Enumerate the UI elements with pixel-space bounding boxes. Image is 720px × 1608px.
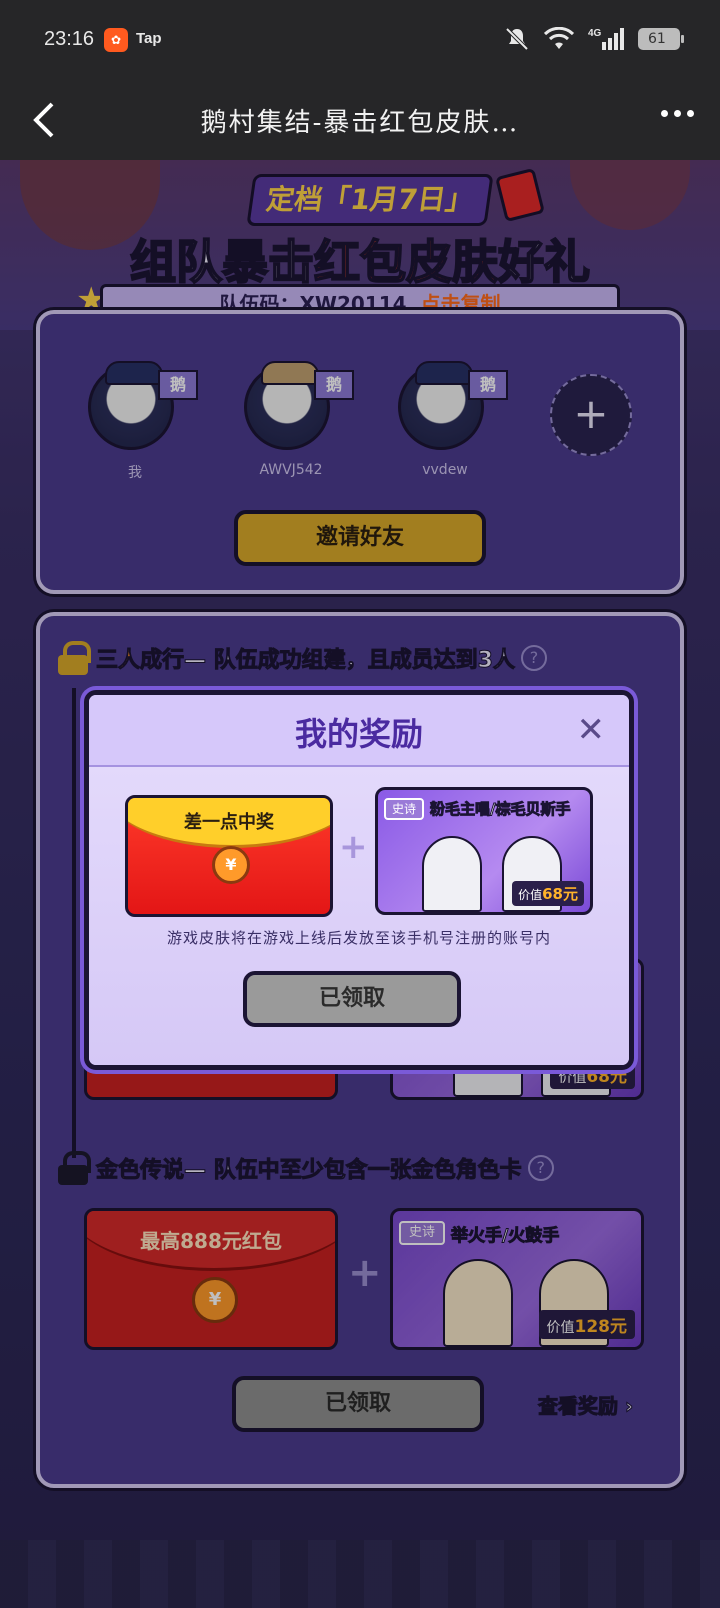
yuan-coin-icon: ¥ [212, 846, 250, 884]
signal-4g-icon: 4G [588, 28, 624, 50]
epic-tag: 史诗 [384, 798, 424, 820]
red-packet-label: 差一点中奖 [184, 812, 274, 833]
delivery-note: 游戏皮肤将在游戏上线后发放至该手机号注册的账号内 [166, 929, 551, 947]
skin-name: 粉毛主唱/棕毛贝斯手 [429, 800, 571, 819]
price-value: 68元 [542, 885, 578, 903]
svg-text:4G: 4G [588, 28, 602, 39]
skin-reward-card: 史诗 粉毛主唱/棕毛贝斯手 价值68元 [375, 787, 593, 915]
dot-icon [661, 110, 668, 117]
chevron-left-icon [33, 102, 54, 138]
wifi-icon [544, 27, 574, 49]
title-bar: 鹅村集结-暴击红包皮肤… [0, 80, 720, 160]
red-packet-card: 差一点中奖 ¥ [125, 795, 333, 917]
dot-icon [674, 110, 681, 117]
back-button[interactable] [22, 96, 70, 144]
close-icon[interactable]: ✕ [577, 713, 606, 747]
status-app-name: Tap [136, 30, 162, 47]
mute-icon [505, 27, 529, 51]
price-prefix: 价值 [518, 888, 543, 902]
price-tag: 价值68元 [512, 881, 584, 906]
more-options-button[interactable] [661, 110, 694, 117]
plus-icon: + [339, 827, 368, 867]
dialog-header: 我的奖励 ✕ [89, 695, 629, 767]
dialog-title: 我的奖励 [294, 715, 423, 753]
status-bar: 23:16 ✿ Tap 4G 61 [0, 0, 720, 80]
taptap-app-icon: ✿ [104, 28, 128, 52]
status-icons: 4G 61 [504, 26, 684, 52]
dot-icon [687, 110, 694, 117]
my-rewards-dialog: 我的奖励 ✕ 差一点中奖 ¥ + 史诗 粉毛主唱/棕毛贝斯手 价值68元 游戏皮… [84, 690, 634, 1070]
character-icon [422, 836, 482, 912]
status-time: 23:16 [44, 28, 95, 50]
page-title: 鹅村集结-暴击红包皮肤… [200, 108, 520, 138]
battery-icon: 61 [638, 28, 684, 50]
claimed-button[interactable]: 已领取 [243, 971, 461, 1027]
